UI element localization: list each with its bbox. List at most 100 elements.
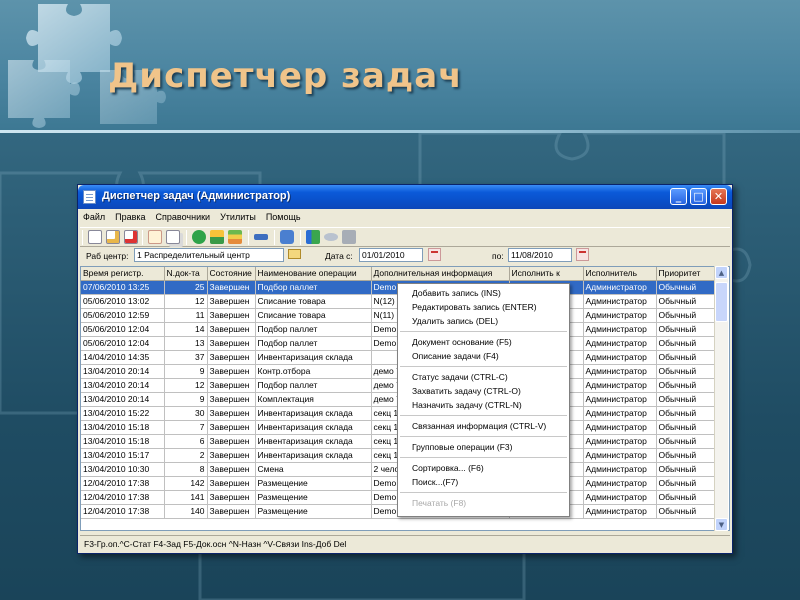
table-cell: Подбор паллет (255, 280, 372, 295)
table-cell: 12 (164, 294, 208, 309)
column-header[interactable]: Состояние (207, 267, 256, 281)
doc-base-icon[interactable] (148, 230, 162, 244)
context-menu-item[interactable]: Статус задачи (CTRL-C) (398, 370, 569, 384)
table-cell: Администратор (583, 294, 657, 309)
date-to-field[interactable]: 11/08/2010 (508, 248, 572, 262)
column-header[interactable]: Время регистр. (81, 267, 165, 281)
menu-help[interactable]: Помощь (261, 209, 306, 224)
table-cell: Списание товара (255, 308, 372, 323)
delete-doc-icon[interactable] (124, 230, 138, 244)
date-from-label: Дата с: (325, 251, 353, 261)
scroll-up-icon[interactable]: ▲ (715, 266, 728, 279)
table-cell: Администратор (583, 280, 657, 295)
minimize-button[interactable]: _ (670, 188, 687, 205)
table-cell: 12/04/2010 17:38 (81, 476, 165, 491)
status-icon[interactable] (210, 230, 224, 244)
column-header[interactable]: N.док-та (164, 267, 208, 281)
context-menu-item[interactable]: Добавить запись (INS) (398, 286, 569, 300)
scroll-down-icon[interactable]: ▼ (715, 518, 728, 531)
table-cell: Комплектация (255, 392, 372, 407)
folder-icon[interactable] (288, 249, 301, 259)
table-cell: 05/06/2010 12:04 (81, 322, 165, 337)
table-cell: Обычный (656, 378, 717, 393)
context-menu-item[interactable]: Сортировка... (F6) (398, 461, 569, 475)
group-icon[interactable] (280, 230, 294, 244)
vertical-scrollbar[interactable]: ▲ ▼ (714, 266, 728, 531)
sort-icon[interactable] (306, 230, 320, 244)
table-cell: Инвентаризация склада (255, 350, 372, 365)
menu-utilities[interactable]: Утилиты (215, 209, 261, 224)
table-cell: Обычный (656, 350, 717, 365)
column-header[interactable]: Дополнительная информация (371, 267, 510, 281)
title-bar[interactable]: Диспетчер задач (Администратор) _ □ ✕ (78, 185, 732, 209)
menu-separator (400, 331, 567, 332)
table-cell: Инвентаризация склада (255, 448, 372, 463)
check-icon[interactable] (192, 230, 206, 244)
table-cell: Завершен (207, 364, 256, 379)
context-menu-item[interactable]: Удалить запись (DEL) (398, 314, 569, 328)
table-cell: Обычный (656, 476, 717, 491)
table-cell: Завершен (207, 378, 256, 393)
table-cell: Завершен (207, 350, 256, 365)
context-menu: Добавить запись (INS) Редактировать запис… (397, 283, 570, 517)
table-cell: 05/06/2010 12:04 (81, 336, 165, 351)
table-cell: Завершен (207, 490, 256, 505)
table-cell: 142 (164, 476, 208, 491)
table-cell: 2 (164, 448, 208, 463)
menu-edit[interactable]: Правка (110, 209, 150, 224)
copy-icon[interactable] (166, 230, 180, 244)
column-header[interactable]: Исполнитель (583, 267, 657, 281)
link-icon[interactable] (254, 234, 268, 240)
table-cell: Подбор паллет (255, 322, 372, 337)
table-cell: 6 (164, 434, 208, 449)
task-stack-icon[interactable] (228, 230, 242, 244)
table-cell: Администратор (583, 448, 657, 463)
context-menu-item: Печатать (F8) (412, 498, 467, 508)
table-cell: 13/04/2010 15:18 (81, 420, 165, 435)
calendar-icon[interactable] (576, 248, 589, 261)
context-menu-item[interactable]: Захватить задачу (CTRL-O) (398, 384, 569, 398)
table-cell: 05/06/2010 12:59 (81, 308, 165, 323)
menu-separator (400, 492, 567, 493)
menu-references[interactable]: Справочники (151, 209, 216, 224)
table-cell: 13/04/2010 15:18 (81, 434, 165, 449)
table-cell: Администратор (583, 336, 657, 351)
context-menu-item[interactable]: Описание задачи (F4) (398, 349, 569, 363)
print-icon[interactable] (342, 230, 356, 244)
context-menu-item[interactable]: Поиск...(F7) (398, 475, 569, 489)
menu-separator (400, 457, 567, 458)
context-menu-item[interactable]: Связанная информация (CTRL-V) (398, 419, 569, 433)
toolbar-separator (274, 230, 275, 245)
column-header[interactable]: Наименование операции (255, 267, 372, 281)
table-cell: 11 (164, 308, 208, 323)
context-menu-item[interactable]: Редактировать запись (ENTER) (398, 300, 569, 314)
close-button[interactable]: ✕ (710, 188, 727, 205)
context-menu-item[interactable]: Назначить задачу (CTRL-N) (398, 398, 569, 412)
calendar-icon[interactable] (428, 248, 441, 261)
table-cell: Размещение (255, 490, 372, 505)
table-cell: 13/04/2010 15:17 (81, 448, 165, 463)
scroll-thumb[interactable] (715, 282, 728, 322)
table-cell: Администратор (583, 504, 657, 519)
context-menu-item[interactable]: Документ основание (F5) (398, 335, 569, 349)
column-header[interactable]: Исполнить к (509, 267, 584, 281)
context-menu-item[interactable]: Групповые операции (F3) (398, 440, 569, 454)
maximize-button[interactable]: □ (690, 188, 707, 205)
table-cell: Обычный (656, 294, 717, 309)
view-icon[interactable] (324, 233, 338, 241)
menu-file[interactable]: Файл (78, 209, 110, 224)
filter-bar: Раб центр: 1 Распределительный центр Дат… (80, 248, 730, 264)
table-cell: Смена (255, 462, 372, 477)
work-center-field[interactable]: 1 Распределительный центр (134, 248, 284, 262)
new-doc-icon[interactable] (88, 230, 102, 244)
table-cell: Администратор (583, 322, 657, 337)
table-cell: Завершен (207, 322, 256, 337)
date-from-field[interactable]: 01/01/2010 (359, 248, 423, 262)
table-cell: 37 (164, 350, 208, 365)
menu-separator (400, 415, 567, 416)
edit-doc-icon[interactable] (106, 230, 120, 244)
table-cell: Инвентаризация склада (255, 406, 372, 421)
table-cell: Завершен (207, 392, 256, 407)
app-icon (83, 190, 96, 204)
column-header[interactable]: Приоритет (656, 267, 717, 281)
